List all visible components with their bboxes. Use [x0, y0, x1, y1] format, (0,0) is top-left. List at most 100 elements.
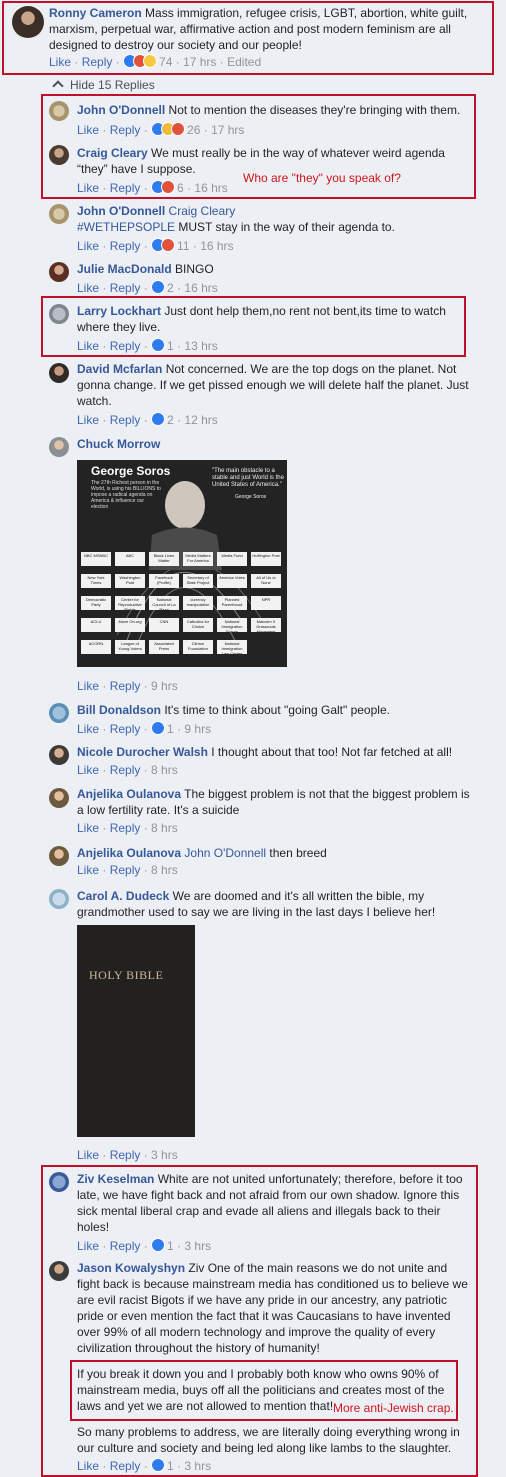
mention-link[interactable]: John O'Donnell	[184, 846, 266, 860]
image-heading: George Soros	[91, 464, 171, 478]
hide-replies-link[interactable]: Hide 15 Replies	[52, 78, 155, 92]
reply-button[interactable]: Reply	[110, 722, 141, 736]
highlight-box	[41, 1165, 478, 1477]
avatar[interactable]	[49, 788, 69, 808]
reply-button[interactable]: Reply	[110, 679, 141, 693]
avatar[interactable]	[49, 889, 69, 909]
hide-replies-label[interactable]: Hide 15 Replies	[70, 78, 155, 92]
reply-text: Anjelika Oulanova John O'Donnell then br…	[77, 845, 477, 861]
image-blurb: The 27th Richest person in the World, is…	[91, 480, 161, 510]
comment-body: BINGO	[175, 262, 214, 276]
avatar[interactable]	[49, 745, 69, 765]
reply-text: David Mcfarlan Not concerned. We are the…	[77, 361, 477, 409]
avatar[interactable]	[49, 703, 69, 723]
mention-link[interactable]: Craig Cleary	[169, 204, 236, 218]
comment-author[interactable]: Julie MacDonald	[77, 262, 172, 276]
avatar[interactable]	[49, 204, 69, 224]
comment-actions: Like · Reply · 2 · 12 hrs	[77, 412, 218, 429]
reactions-icon[interactable]	[151, 238, 176, 255]
bible-image[interactable]: HOLY BIBLE	[77, 925, 195, 1137]
org-box: Huffington Post	[251, 552, 281, 566]
like-button[interactable]: Like	[77, 281, 99, 295]
comment-author[interactable]: Bill Donaldson	[77, 703, 161, 717]
org-box: ACORN	[81, 640, 111, 654]
comment-author[interactable]: Carol A. Dudeck	[77, 889, 169, 903]
org-box: currency manipulation	[183, 596, 213, 610]
reply-button[interactable]: Reply	[110, 1148, 141, 1162]
reply-button[interactable]: Reply	[110, 413, 141, 427]
timestamp[interactable]: 3 hrs	[151, 1148, 178, 1162]
org-box: League of Young Voters	[115, 640, 145, 654]
like-button[interactable]: Like	[77, 239, 99, 253]
org-box: Malcolm X Grassroots Movement	[251, 618, 281, 632]
timestamp[interactable]: 16 hrs	[184, 281, 217, 295]
comment-author[interactable]: Nicole Durocher Walsh	[77, 745, 208, 759]
avatar[interactable]	[49, 363, 69, 383]
reaction-count[interactable]: 11	[177, 239, 189, 253]
soros-image[interactable]: George Soros The 27th Richest person in …	[77, 460, 287, 667]
reaction-count[interactable]: 2	[167, 281, 174, 295]
org-box: Media Fund	[217, 552, 247, 566]
org-box: Media Matters For America	[183, 552, 213, 566]
comment-author[interactable]: Anjelika Oulanova	[77, 787, 181, 801]
reply-text: Anjelika Oulanova The biggest problem is…	[77, 786, 477, 818]
reply-button[interactable]: Reply	[110, 763, 141, 777]
comment-author[interactable]: Chuck Morrow	[77, 437, 160, 451]
reactions-icon[interactable]	[151, 412, 166, 429]
reply-button[interactable]: Reply	[110, 821, 141, 835]
comment-author[interactable]: Anjelika Oulanova	[77, 846, 181, 860]
like-button[interactable]: Like	[77, 763, 99, 777]
comment-actions: Like · Reply · 3 hrs	[77, 1148, 178, 1162]
reply-text: Bill Donaldson It's time to think about …	[77, 702, 477, 718]
avatar[interactable]	[49, 846, 69, 866]
bible-title: HOLY BIBLE	[89, 968, 164, 982]
reaction-count[interactable]: 1	[167, 722, 174, 736]
like-button[interactable]: Like	[77, 863, 99, 877]
timestamp[interactable]: 9 hrs	[151, 679, 178, 693]
avatar[interactable]	[49, 262, 69, 282]
org-box: Catholics for Choice	[183, 618, 213, 632]
highlight-box	[2, 1, 494, 75]
org-box: New York Times	[81, 574, 111, 588]
comment-body: MUST stay in the way of their agenda to.	[178, 220, 395, 234]
timestamp[interactable]: 9 hrs	[184, 722, 211, 736]
org-box: Associated Press	[149, 640, 179, 654]
timestamp[interactable]: 8 hrs	[151, 763, 178, 777]
org-box: Move On.org	[115, 618, 145, 632]
reply-button[interactable]: Reply	[110, 863, 141, 877]
hashtag-link[interactable]: #WETHEPSOPLE	[77, 220, 175, 234]
timestamp[interactable]: 16 hrs	[200, 239, 233, 253]
highlight-box	[41, 94, 476, 199]
like-button[interactable]: Like	[77, 722, 99, 736]
like-button[interactable]: Like	[77, 1148, 99, 1162]
like-button[interactable]: Like	[77, 821, 99, 835]
comment-author[interactable]: John O'Donnell	[77, 204, 165, 218]
timestamp[interactable]: 8 hrs	[151, 821, 178, 835]
timestamp[interactable]: 12 hrs	[184, 413, 217, 427]
reactions-icon[interactable]	[151, 280, 166, 297]
org-box: Center for Reproductive Rights	[115, 596, 145, 610]
comment-actions: Like · Reply · 8 hrs	[77, 821, 178, 835]
org-box: National Council of La Raza	[149, 596, 179, 610]
org-box: NBC MSNBC	[81, 552, 111, 566]
reply-text: John O'Donnell Craig Cleary #WETHEPSOPLE …	[77, 203, 477, 235]
comment-actions: Like · Reply · 8 hrs	[77, 763, 178, 777]
comment-author[interactable]: David Mcfarlan	[77, 362, 162, 376]
timestamp[interactable]: 8 hrs	[151, 863, 178, 877]
like-button[interactable]: Like	[77, 413, 99, 427]
org-box: Facebook (Profile)	[149, 574, 179, 588]
avatar[interactable]	[49, 437, 69, 457]
comment-body: then breed	[269, 846, 327, 860]
chevron-up-icon	[52, 80, 64, 92]
reaction-count[interactable]: 2	[167, 413, 174, 427]
org-box: Secretary of State Project	[183, 574, 213, 588]
reply-button[interactable]: Reply	[110, 281, 141, 295]
reply-text: Chuck Morrow	[77, 436, 477, 452]
reply-button[interactable]: Reply	[110, 239, 141, 253]
like-button[interactable]: Like	[77, 679, 99, 693]
org-box: Planned Parenthood	[217, 596, 247, 610]
reactions-icon[interactable]	[151, 721, 166, 738]
comment-actions: Like · Reply · 9 hrs	[77, 679, 178, 693]
org-box: National Immigration Law Center	[217, 640, 247, 654]
reply-text: Julie MacDonald BINGO	[77, 261, 477, 277]
